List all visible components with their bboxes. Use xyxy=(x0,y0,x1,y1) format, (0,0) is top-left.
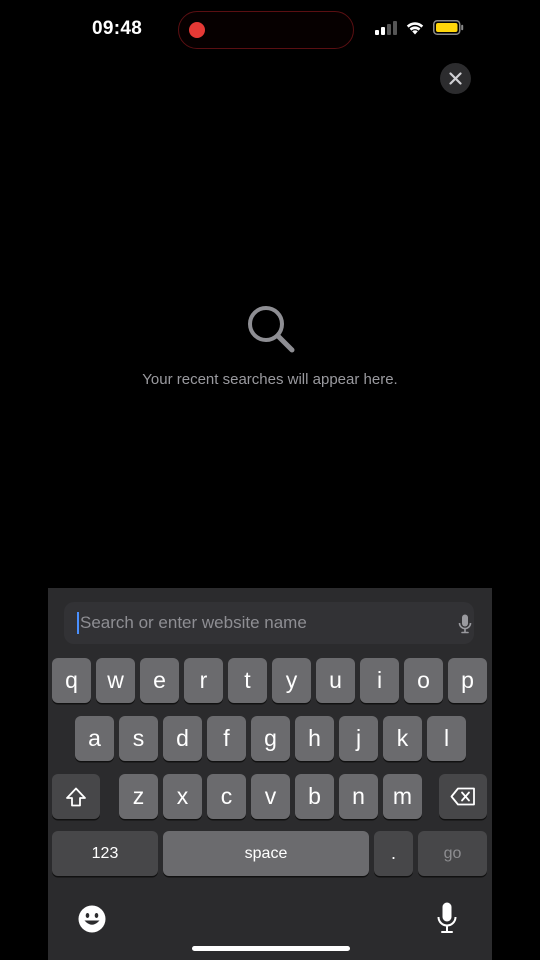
key-r[interactable]: r xyxy=(184,658,223,703)
key-k[interactable]: k xyxy=(383,716,422,761)
signal-icon xyxy=(375,20,397,35)
key-o[interactable]: o xyxy=(404,658,443,703)
key-x[interactable]: x xyxy=(163,774,202,819)
shift-key[interactable] xyxy=(52,774,100,819)
key-f[interactable]: f xyxy=(207,716,246,761)
key-y[interactable]: y xyxy=(272,658,311,703)
key-m[interactable]: m xyxy=(383,774,422,819)
keyboard-panel: q w e r t y u i o p a s d f g h j k l z … xyxy=(48,588,492,960)
microphone-icon[interactable] xyxy=(458,614,472,634)
empty-state-message: Your recent searches will appear here. xyxy=(142,371,398,388)
battery-icon xyxy=(433,20,464,35)
key-l[interactable]: l xyxy=(427,716,466,761)
status-time: 09:48 xyxy=(92,18,143,39)
key-q[interactable]: q xyxy=(52,658,91,703)
key-i[interactable]: i xyxy=(360,658,399,703)
close-icon xyxy=(449,72,462,85)
key-w[interactable]: w xyxy=(96,658,135,703)
key-s[interactable]: s xyxy=(119,716,158,761)
close-button[interactable] xyxy=(440,63,471,94)
key-g[interactable]: g xyxy=(251,716,290,761)
key-b[interactable]: b xyxy=(295,774,334,819)
emoji-icon[interactable] xyxy=(77,904,107,934)
text-caret xyxy=(77,612,79,634)
backspace-icon xyxy=(450,787,475,806)
dynamic-island[interactable] xyxy=(178,11,354,49)
key-n[interactable]: n xyxy=(339,774,378,819)
space-key[interactable]: space xyxy=(163,831,369,876)
key-t[interactable]: t xyxy=(228,658,267,703)
search-input[interactable] xyxy=(80,602,430,644)
key-j[interactable]: j xyxy=(339,716,378,761)
go-key[interactable]: go xyxy=(418,831,487,876)
key-p[interactable]: p xyxy=(448,658,487,703)
period-key[interactable]: . xyxy=(374,831,413,876)
search-icon xyxy=(248,306,295,353)
home-indicator[interactable] xyxy=(192,946,350,951)
shift-icon xyxy=(66,787,86,806)
key-a[interactable]: a xyxy=(75,716,114,761)
screen-recording-icon xyxy=(189,22,205,38)
safari-search-screen: 09:48 Your recent searches will appear h… xyxy=(0,0,540,960)
key-z[interactable]: z xyxy=(119,774,158,819)
numbers-key[interactable]: 123 xyxy=(52,831,158,876)
key-e[interactable]: e xyxy=(140,658,179,703)
key-u[interactable]: u xyxy=(316,658,355,703)
key-v[interactable]: v xyxy=(251,774,290,819)
wifi-icon xyxy=(406,22,424,35)
key-d[interactable]: d xyxy=(163,716,202,761)
status-icons xyxy=(375,20,464,35)
search-bar[interactable] xyxy=(64,602,474,644)
key-h[interactable]: h xyxy=(295,716,334,761)
key-c[interactable]: c xyxy=(207,774,246,819)
dictation-microphone-icon[interactable] xyxy=(437,902,457,934)
backspace-key[interactable] xyxy=(439,774,487,819)
